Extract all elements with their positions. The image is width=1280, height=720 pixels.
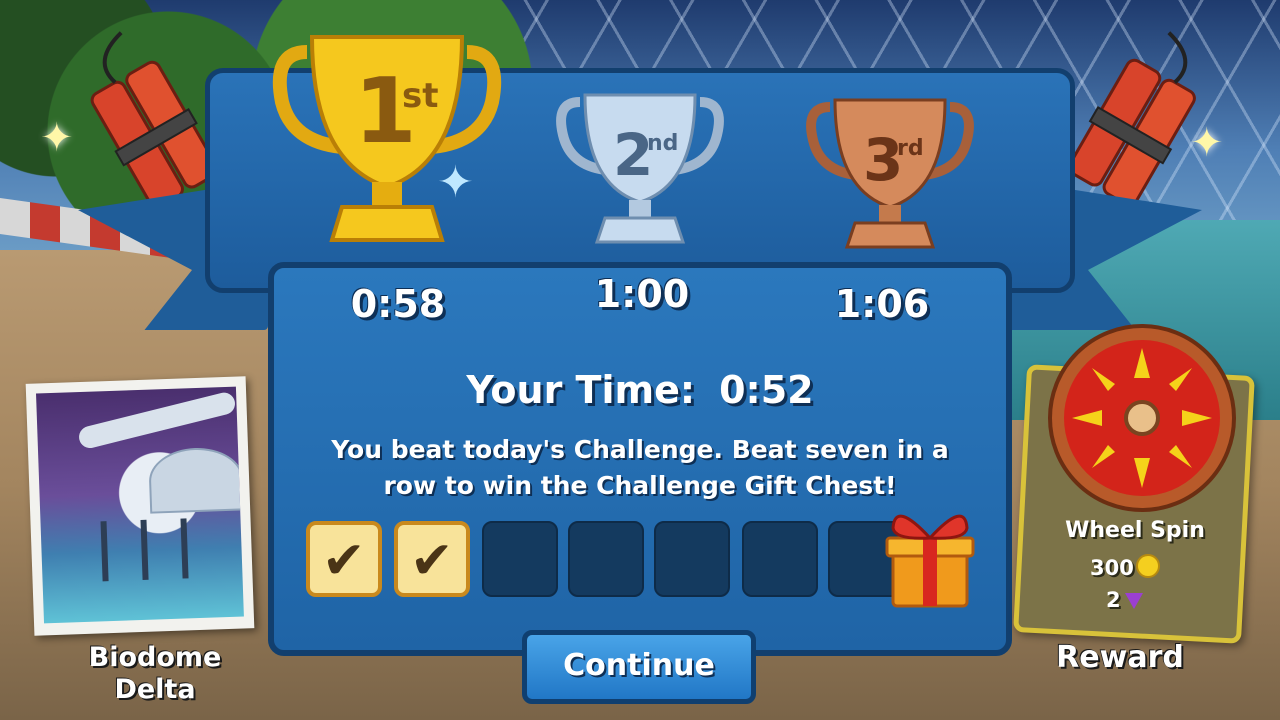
streak-slot-2: ✔	[394, 521, 470, 597]
your-time: Your Time: 0:52	[380, 368, 900, 412]
reward-gems: 2	[1106, 588, 1143, 612]
silver-trophy-icon: 2 nd	[556, 93, 724, 244]
streak-slot-6	[742, 521, 818, 597]
track-name: Biodome Delta	[60, 642, 250, 706]
bronze-trophy-icon: 3 rd	[806, 98, 974, 249]
reward-title: Wheel Spin	[1065, 518, 1205, 543]
reward-coins-value: 300	[1090, 556, 1134, 580]
streak-slot-3	[482, 521, 558, 597]
continue-button[interactable]: Continue	[522, 630, 756, 704]
sparkle-right-icon: ✦	[1190, 120, 1224, 166]
track-name-line1: Biodome	[88, 642, 222, 673]
silver-time: 1:00	[594, 272, 690, 316]
gift-chest-icon	[885, 514, 975, 608]
gold-trophy-suffix: st	[402, 76, 439, 116]
coin-icon	[1135, 554, 1160, 578]
gem-icon	[1124, 593, 1143, 609]
wheel-icon	[1048, 324, 1236, 512]
gold-time: 0:58	[350, 282, 446, 326]
streak-slot-4	[568, 521, 644, 597]
your-time-label: Your Time:	[466, 368, 696, 412]
streak-slot-1: ✔	[306, 521, 382, 597]
your-time-value: 0:52	[719, 368, 814, 412]
gold-trophy-icon: 1 st ✦	[272, 35, 502, 242]
svg-text:✦: ✦	[437, 157, 474, 208]
streak-slot-5	[654, 521, 730, 597]
streak-slots: ✔ ✔	[306, 521, 906, 599]
reward-gems-value: 2	[1106, 588, 1121, 612]
track-thumbnail	[36, 386, 244, 624]
checkmark-icon: ✔	[322, 531, 366, 591]
track-name-line2: Delta	[114, 674, 196, 705]
checkmark-icon: ✔	[410, 531, 454, 591]
reward-coins: 300	[1090, 554, 1160, 580]
challenge-message: You beat today's Challenge. Beat seven i…	[331, 435, 949, 500]
reward-label: Reward	[1056, 640, 1184, 675]
bronze-time: 1:06	[834, 282, 930, 326]
bronze-trophy-suffix: rd	[897, 136, 924, 161]
silver-trophy-suffix: nd	[647, 131, 678, 156]
sparkle-left-icon: ✦	[40, 115, 74, 161]
track-card	[25, 376, 255, 636]
